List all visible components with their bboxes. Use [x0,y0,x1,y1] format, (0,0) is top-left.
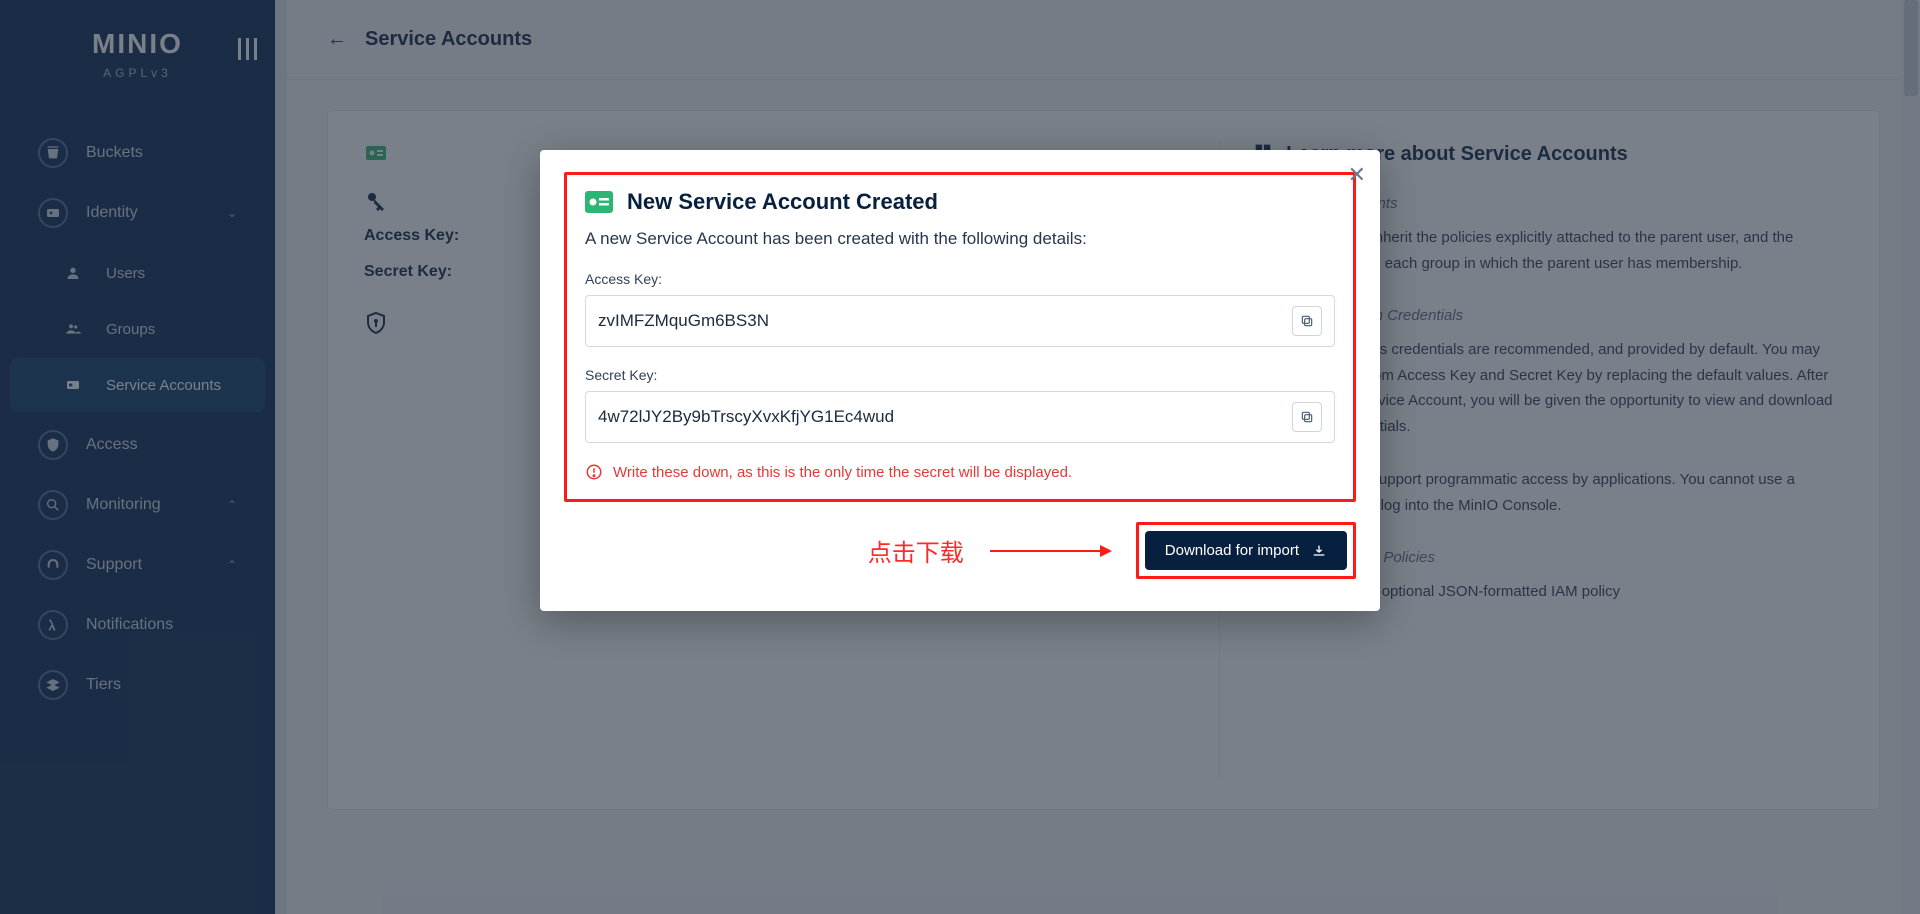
download-row: 点击下载 Download for import [564,522,1356,579]
modal: ✕ New Service Account Created A new Serv… [540,150,1380,611]
copy-secret-key-button[interactable] [1292,402,1322,432]
access-key-value: zvIMFZMquGm6BS3N [598,311,1292,331]
download-button-label: Download for import [1165,542,1299,559]
card-icon [585,191,613,213]
modal-title: New Service Account Created [627,189,938,215]
alert-icon [585,463,603,481]
annotation-arrow-icon [990,550,1110,552]
modal-overlay: ✕ New Service Account Created A new Serv… [0,0,1920,914]
modal-highlight-box: New Service Account Created A new Servic… [564,172,1356,502]
copy-access-key-button[interactable] [1292,306,1322,336]
close-icon[interactable]: ✕ [1348,162,1366,188]
access-key-label: Access Key: [585,271,1335,287]
download-icon [1311,543,1327,559]
secret-key-value: 4w72lJY2By9bTrscyXvxKfjYG1Ec4wud [598,407,1292,427]
warning-message: Write these down, as this is the only ti… [585,463,1335,481]
download-highlight-box: Download for import [1136,522,1356,579]
annotation-text: 点击下载 [868,533,964,568]
download-for-import-button[interactable]: Download for import [1145,531,1347,570]
warning-text: Write these down, as this is the only ti… [613,464,1072,481]
secret-key-field: Secret Key: 4w72lJY2By9bTrscyXvxKfjYG1Ec… [585,367,1335,443]
modal-message: A new Service Account has been created w… [585,229,1335,249]
access-key-field: Access Key: zvIMFZMquGm6BS3N [585,271,1335,347]
secret-key-label: Secret Key: [585,367,1335,383]
